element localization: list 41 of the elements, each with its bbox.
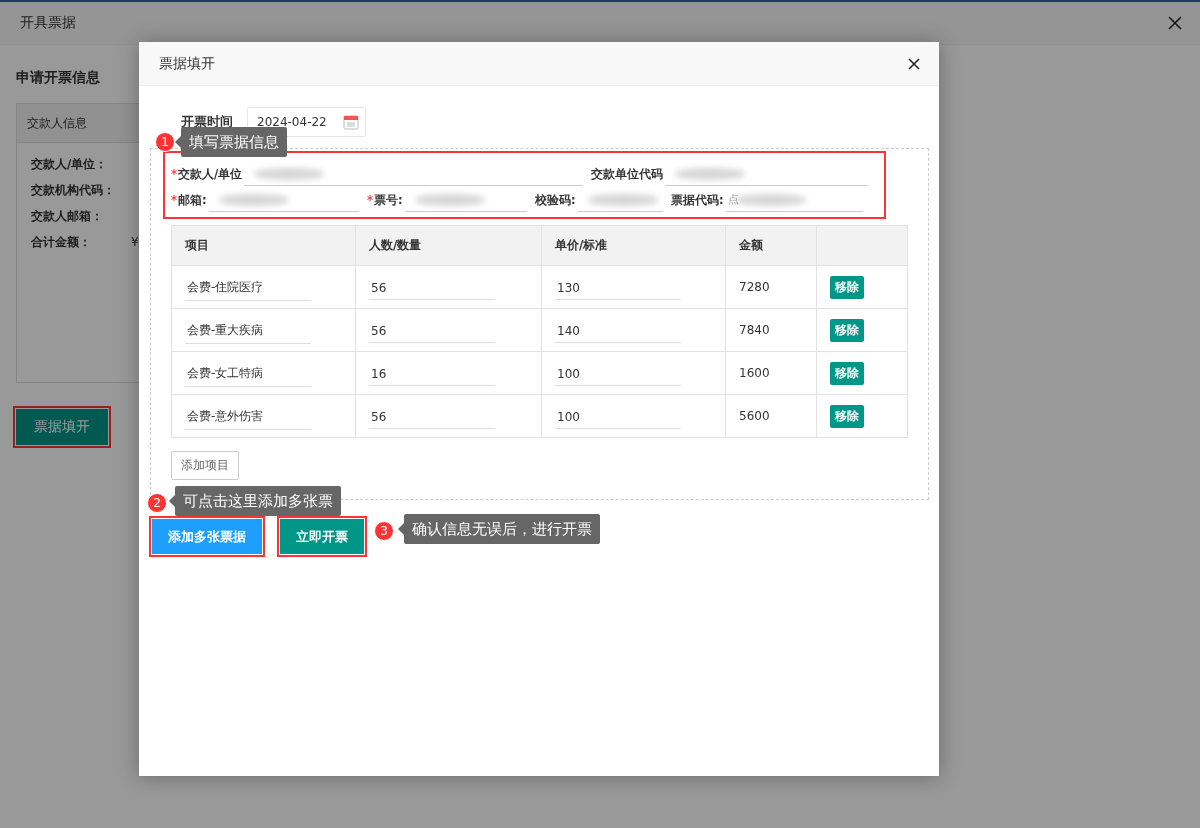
remove-button[interactable]: 移除	[830, 318, 864, 342]
window-title: 开具票据	[20, 14, 76, 32]
field-label: 交款人/单位：	[31, 155, 109, 173]
dialog-title: 票据填开	[159, 54, 215, 73]
field-label: 票据代码:	[671, 192, 724, 208]
column-header: 单价/标准	[541, 225, 726, 266]
step-number: 1	[155, 132, 175, 152]
pointer-arrow-icon	[169, 495, 175, 507]
add-item-button[interactable]: 添加项目	[171, 451, 239, 480]
field-label: 交款单位代码	[591, 166, 663, 182]
close-icon[interactable]	[1168, 16, 1182, 30]
column-header: 项目	[171, 225, 356, 266]
field-label: 票号:	[374, 192, 403, 208]
card-title: 交款人信息	[27, 114, 87, 132]
amount-cell: 7840	[739, 323, 770, 337]
field-label: 合计金额：	[31, 233, 92, 251]
callout-tooltip: 可点击这里添加多张票	[169, 486, 341, 516]
remove-button[interactable]: 移除	[830, 361, 864, 385]
issue-button[interactable]: 立即开票	[280, 519, 364, 554]
remove-button[interactable]: 移除	[830, 404, 864, 428]
pointer-arrow-icon	[398, 523, 404, 535]
amount-cell: 7280	[739, 280, 770, 294]
pointer-arrow-icon	[175, 136, 181, 148]
callout-tooltip: 确认信息无误后，进行开票	[398, 514, 600, 544]
column-header: 人数/数量	[355, 225, 542, 266]
field-value: ¥	[131, 235, 139, 249]
field-label: 校验码:	[535, 192, 576, 208]
step-number: 2	[147, 493, 167, 513]
field-label: 交款人/单位	[178, 166, 243, 182]
field-label: 交款机构代码：	[31, 181, 116, 199]
remove-button[interactable]: 移除	[830, 275, 864, 299]
amount-cell: 5600	[739, 409, 770, 423]
step-number: 3	[374, 521, 394, 541]
field-label: 邮箱:	[178, 192, 207, 208]
close-icon[interactable]	[908, 57, 920, 70]
section-title: 申请开票信息	[16, 69, 101, 87]
amount-cell: 1600	[739, 366, 770, 380]
column-header: 金额	[725, 225, 817, 266]
calendar-icon[interactable]	[342, 114, 359, 130]
field-label: 交款人邮箱：	[31, 207, 104, 225]
callout-tooltip: 填写票据信息	[175, 127, 287, 157]
